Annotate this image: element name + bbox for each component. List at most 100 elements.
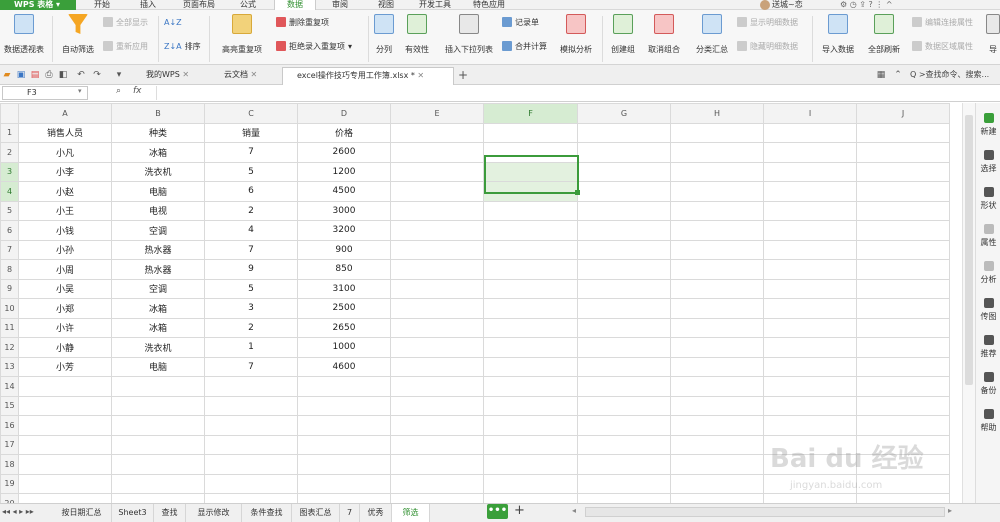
cell[interactable]: [483, 298, 578, 319]
scroll-thumb[interactable]: [965, 115, 973, 385]
cell[interactable]: [856, 200, 950, 221]
task-pane-item[interactable]: 传图: [976, 298, 1000, 322]
cell[interactable]: [483, 317, 578, 338]
insert-dropdown-button[interactable]: 插入下拉列表: [440, 14, 498, 55]
hide-detail-button[interactable]: 隐藏明细数据: [737, 40, 798, 52]
cell[interactable]: [297, 493, 391, 503]
cell[interactable]: [204, 493, 298, 503]
close-icon[interactable]: ✕: [251, 70, 258, 79]
tab-page-layout[interactable]: 页面布局: [174, 0, 224, 10]
row-header[interactable]: 3: [0, 161, 19, 182]
cell[interactable]: [577, 454, 671, 475]
cell[interactable]: 6: [204, 181, 298, 202]
cell[interactable]: [483, 161, 578, 182]
cell[interactable]: 小李: [18, 161, 112, 182]
column-header[interactable]: I: [763, 103, 857, 124]
cell[interactable]: [483, 395, 578, 416]
cell[interactable]: [763, 415, 857, 436]
cell[interactable]: [483, 473, 578, 494]
cell[interactable]: [577, 239, 671, 260]
cell[interactable]: [390, 434, 484, 455]
cell[interactable]: [483, 239, 578, 260]
cell[interactable]: [763, 122, 857, 143]
cell[interactable]: [483, 142, 578, 163]
cell[interactable]: [763, 161, 857, 182]
hscroll-right-icon[interactable]: ▸: [948, 506, 952, 515]
print-icon[interactable]: ⎙: [44, 70, 54, 80]
cell[interactable]: [390, 142, 484, 163]
cell[interactable]: 冰箱: [111, 142, 205, 163]
cell[interactable]: 空调: [111, 278, 205, 299]
sheet-tab[interactable]: 显示修改: [186, 504, 242, 522]
cell[interactable]: 小芳: [18, 356, 112, 377]
column-header[interactable]: C: [204, 103, 298, 124]
cell[interactable]: [670, 317, 764, 338]
cell[interactable]: [763, 278, 857, 299]
cell[interactable]: 小赵: [18, 181, 112, 202]
window-icon[interactable]: ▦: [876, 70, 886, 80]
cell[interactable]: [763, 317, 857, 338]
cell[interactable]: [483, 200, 578, 221]
fx-icon[interactable]: fx: [133, 86, 142, 96]
cell[interactable]: [390, 356, 484, 377]
cell[interactable]: 热水器: [111, 239, 205, 260]
cell[interactable]: [670, 473, 764, 494]
cell[interactable]: 冰箱: [111, 298, 205, 319]
cell[interactable]: 9: [204, 259, 298, 280]
column-header[interactable]: G: [577, 103, 671, 124]
cell[interactable]: [483, 122, 578, 143]
cell[interactable]: [577, 278, 671, 299]
create-group-button[interactable]: 创建组: [607, 14, 639, 55]
cell[interactable]: [204, 395, 298, 416]
cell[interactable]: [18, 493, 112, 503]
cell[interactable]: [111, 376, 205, 397]
cell[interactable]: 电脑: [111, 181, 205, 202]
avatar[interactable]: [760, 0, 770, 10]
cell[interactable]: [297, 434, 391, 455]
cell[interactable]: [204, 473, 298, 494]
ungroup-button[interactable]: 取消组合: [643, 14, 685, 55]
cell[interactable]: 小王: [18, 200, 112, 221]
row-header[interactable]: 10: [0, 298, 19, 319]
cell[interactable]: [577, 415, 671, 436]
cell[interactable]: [670, 220, 764, 241]
sheet-tab[interactable]: 条件查找: [242, 504, 292, 522]
cell[interactable]: [390, 395, 484, 416]
cell[interactable]: [18, 454, 112, 475]
cell[interactable]: [204, 434, 298, 455]
cell[interactable]: [111, 415, 205, 436]
cell[interactable]: [18, 395, 112, 416]
sheet-tab[interactable]: 按日期汇总: [52, 504, 112, 522]
cell[interactable]: [577, 122, 671, 143]
column-header[interactable]: D: [297, 103, 391, 124]
edit-links-button[interactable]: 编辑连接属性: [912, 16, 973, 28]
tab-special[interactable]: 特色应用: [464, 0, 514, 10]
cell[interactable]: [670, 356, 764, 377]
cell[interactable]: [204, 415, 298, 436]
cell[interactable]: [390, 454, 484, 475]
cell[interactable]: [390, 161, 484, 182]
cell[interactable]: [670, 298, 764, 319]
sheet-tab[interactable]: Sheet3: [112, 504, 154, 522]
cell[interactable]: [856, 239, 950, 260]
cell[interactable]: [763, 200, 857, 221]
cell[interactable]: [856, 161, 950, 182]
cell[interactable]: 电脑: [111, 356, 205, 377]
tab-formulas[interactable]: 公式: [228, 0, 268, 10]
row-header[interactable]: 1: [0, 122, 19, 143]
cell[interactable]: [483, 434, 578, 455]
collapse-icon[interactable]: ⌃: [893, 70, 903, 80]
subtotal-button[interactable]: 分类汇总: [692, 14, 732, 55]
task-pane-item[interactable]: 选择: [976, 150, 1000, 174]
cell[interactable]: [390, 473, 484, 494]
cell[interactable]: [390, 376, 484, 397]
close-icon[interactable]: ✕: [182, 70, 189, 79]
record-button[interactable]: 记录单: [502, 16, 539, 28]
cell[interactable]: [577, 142, 671, 163]
preview-icon[interactable]: ◧: [58, 70, 68, 80]
sheet-tab[interactable]: 优秀: [360, 504, 392, 522]
task-pane-item[interactable]: 推荐: [976, 335, 1000, 359]
cell[interactable]: [297, 454, 391, 475]
cell[interactable]: [856, 317, 950, 338]
cell[interactable]: [18, 434, 112, 455]
